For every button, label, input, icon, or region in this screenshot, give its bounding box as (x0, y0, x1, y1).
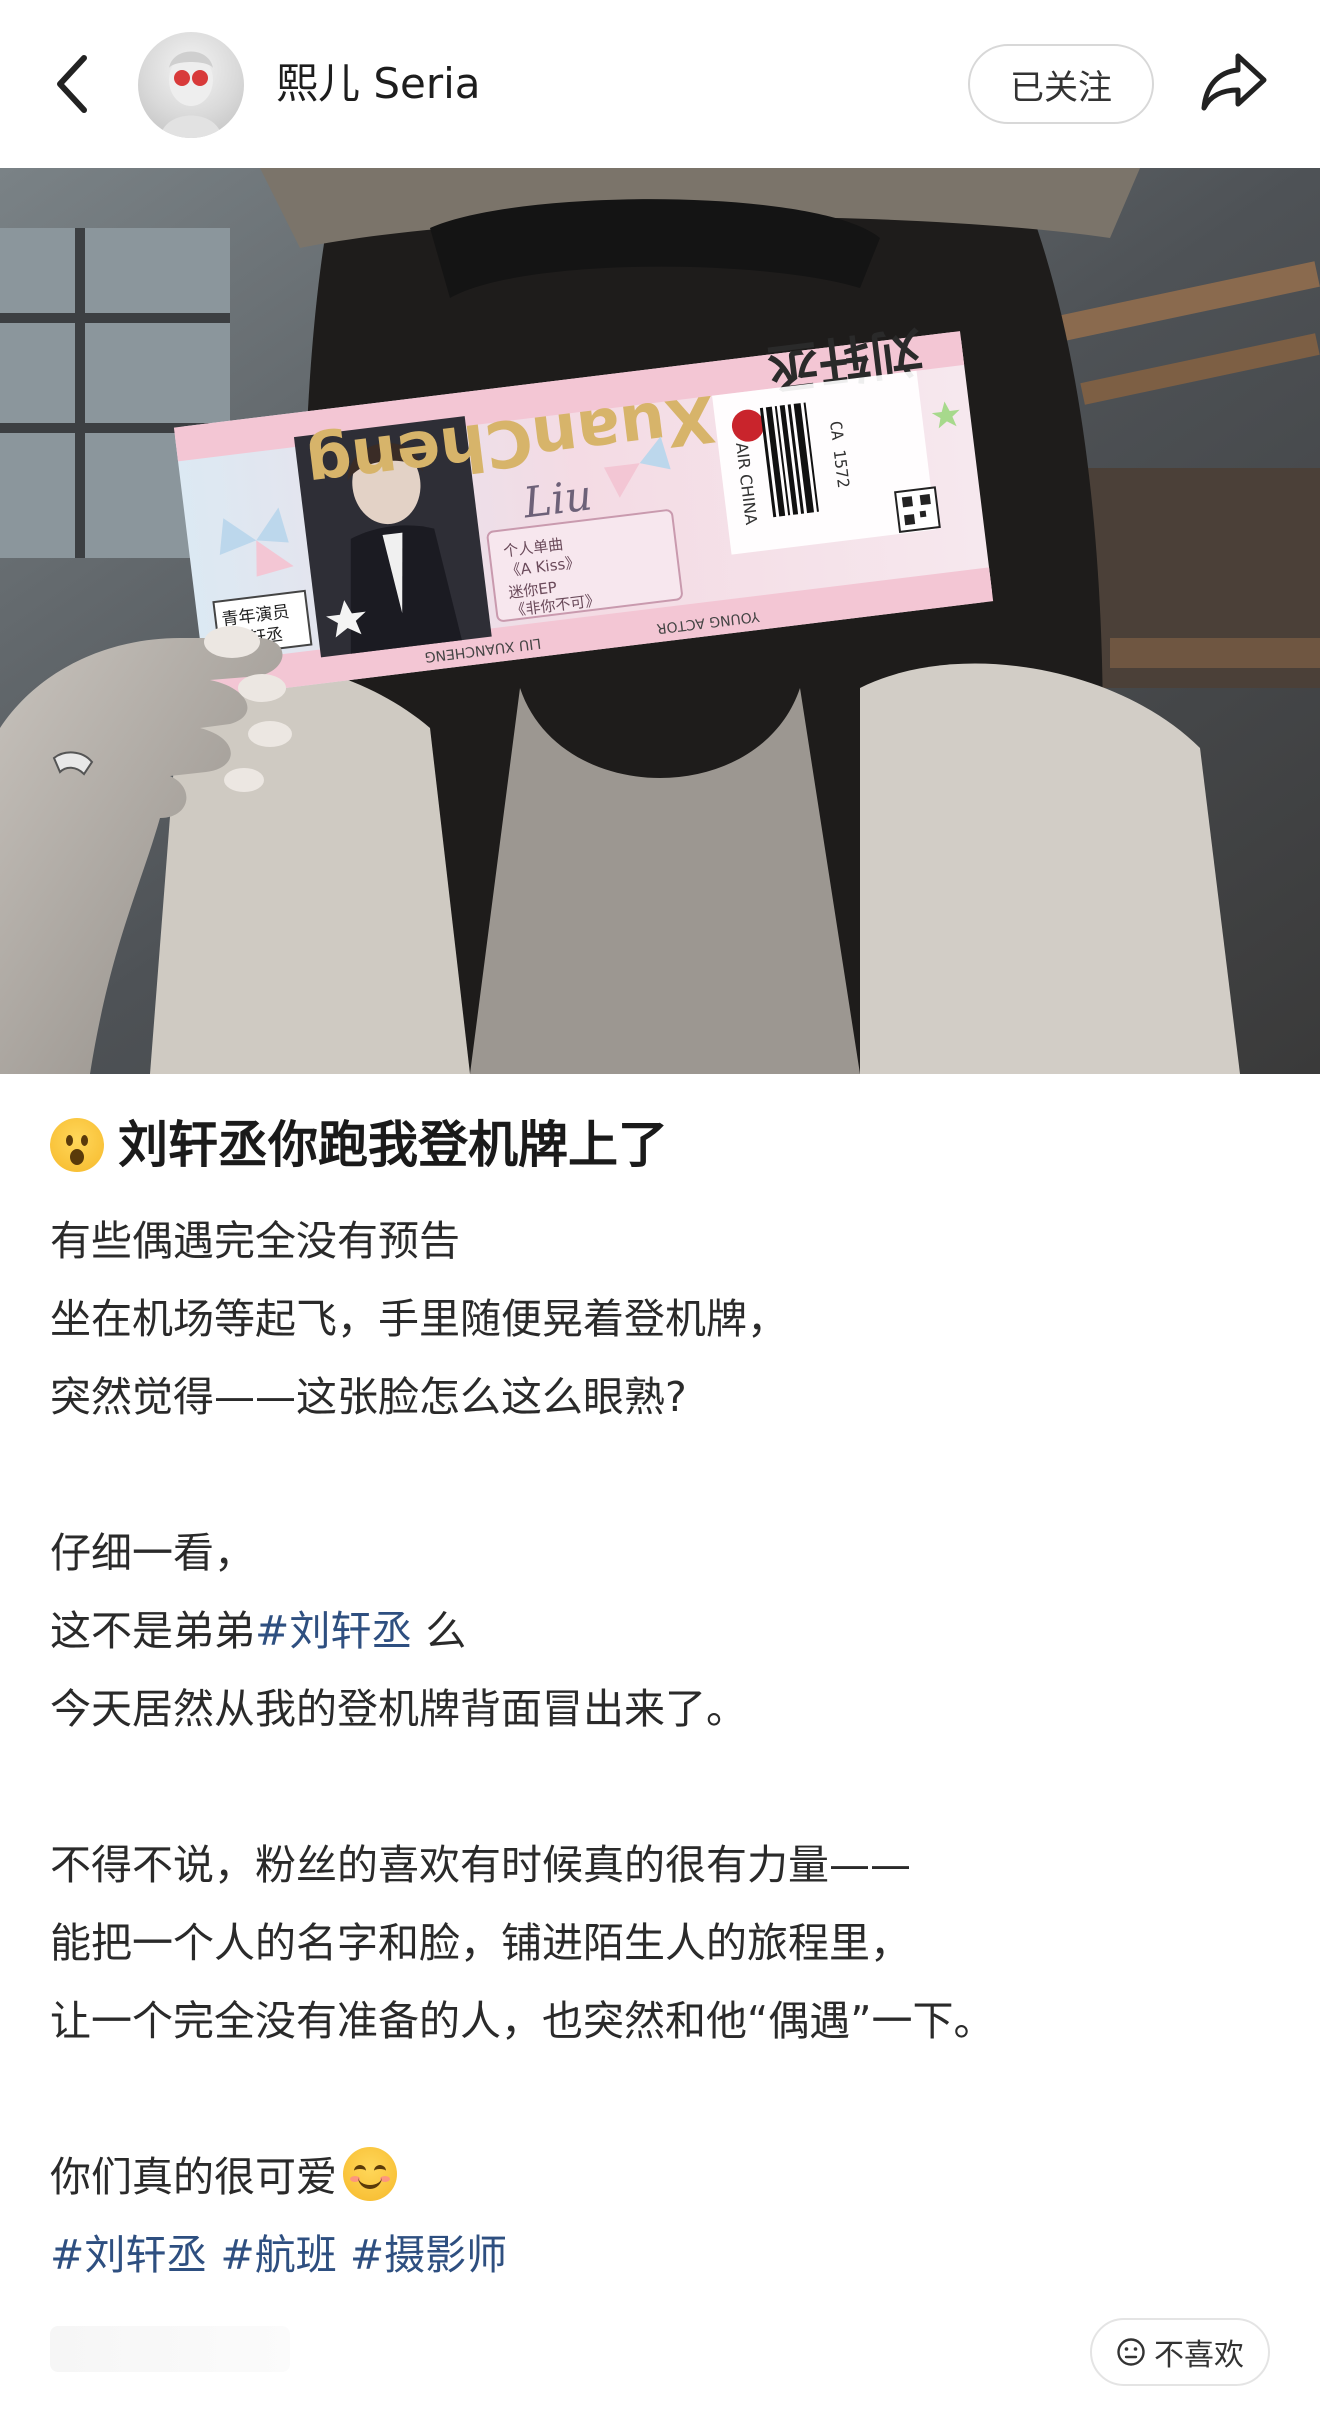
content-line: 让一个完全没有准备的人，也突然和他“偶遇”一下。 (50, 1997, 995, 2045)
post-title: 刘轩丞你跑我登机牌上了 (50, 1110, 1280, 1180)
back-button[interactable] (40, 44, 104, 124)
ticket-script-name: Liu (520, 470, 595, 527)
neutral-face-icon (1117, 2338, 1145, 2366)
chevron-left-icon (57, 55, 87, 113)
content-line: 不得不说，粉丝的喜欢有时候真的很有力量—— (50, 1841, 911, 1889)
content-line: 有些偶遇完全没有预告 (50, 1217, 460, 1265)
content-text: 么 (412, 1607, 467, 1655)
content-line: 突然觉得——这张脸怎么这么眼熟? (50, 1373, 687, 1421)
content-line: 你们真的很可爱 (50, 2138, 1280, 2216)
content-line: 仔细一看， (50, 1529, 255, 1577)
dislike-button[interactable]: 不喜欢 (1090, 2318, 1270, 2386)
faded-meta-text (50, 2326, 290, 2372)
post-header: 熙儿 Seria 已关注 (0, 0, 1320, 168)
hashtag-row: #刘轩丞 #航班 #摄影师 (50, 2216, 1280, 2294)
content-line: 这不是弟弟#刘轩丞 么 (50, 1592, 1280, 1670)
username[interactable]: 熙儿 Seria (276, 58, 481, 110)
content-line: 能把一个人的名字和脸，铺进陌生人的旅程里， (50, 1919, 911, 1967)
hashtag-link[interactable]: #航班 (220, 2231, 336, 2279)
dislike-label: 不喜欢 (1154, 2338, 1244, 2373)
content-text: 这不是弟弟 (50, 1607, 255, 1655)
astonished-face-icon (50, 1118, 104, 1172)
share-arrow-icon (1201, 53, 1267, 111)
follow-button[interactable]: 已关注 (968, 44, 1154, 124)
content-line: 坐在机场等起飞，手里随便晃着登机牌， (50, 1295, 788, 1343)
content-line: 今天居然从我的登机牌背面冒出来了。 (50, 1685, 747, 1733)
hashtag-link[interactable]: #刘轩丞 (50, 2231, 207, 2279)
smiling-face-icon (343, 2147, 397, 2201)
share-button[interactable] (1192, 40, 1276, 124)
avatar[interactable] (138, 32, 244, 138)
content-text: 你们真的很可爱 (50, 2153, 337, 2201)
hashtag-link[interactable]: #摄影师 (350, 2231, 507, 2279)
post-content: 有些偶遇完全没有预告 坐在机场等起飞，手里随便晃着登机牌， 突然觉得——这张脸怎… (50, 1202, 1280, 2294)
post-title-text: 刘轩丞你跑我登机牌上了 (118, 1116, 668, 1174)
post-photo[interactable]: XuanCheng Liu 个人单曲 《A Kiss》 迷你EP 《非你不可》 … (0, 168, 1320, 1074)
inline-hashtag-link[interactable]: #刘轩丞 (255, 1607, 412, 1655)
